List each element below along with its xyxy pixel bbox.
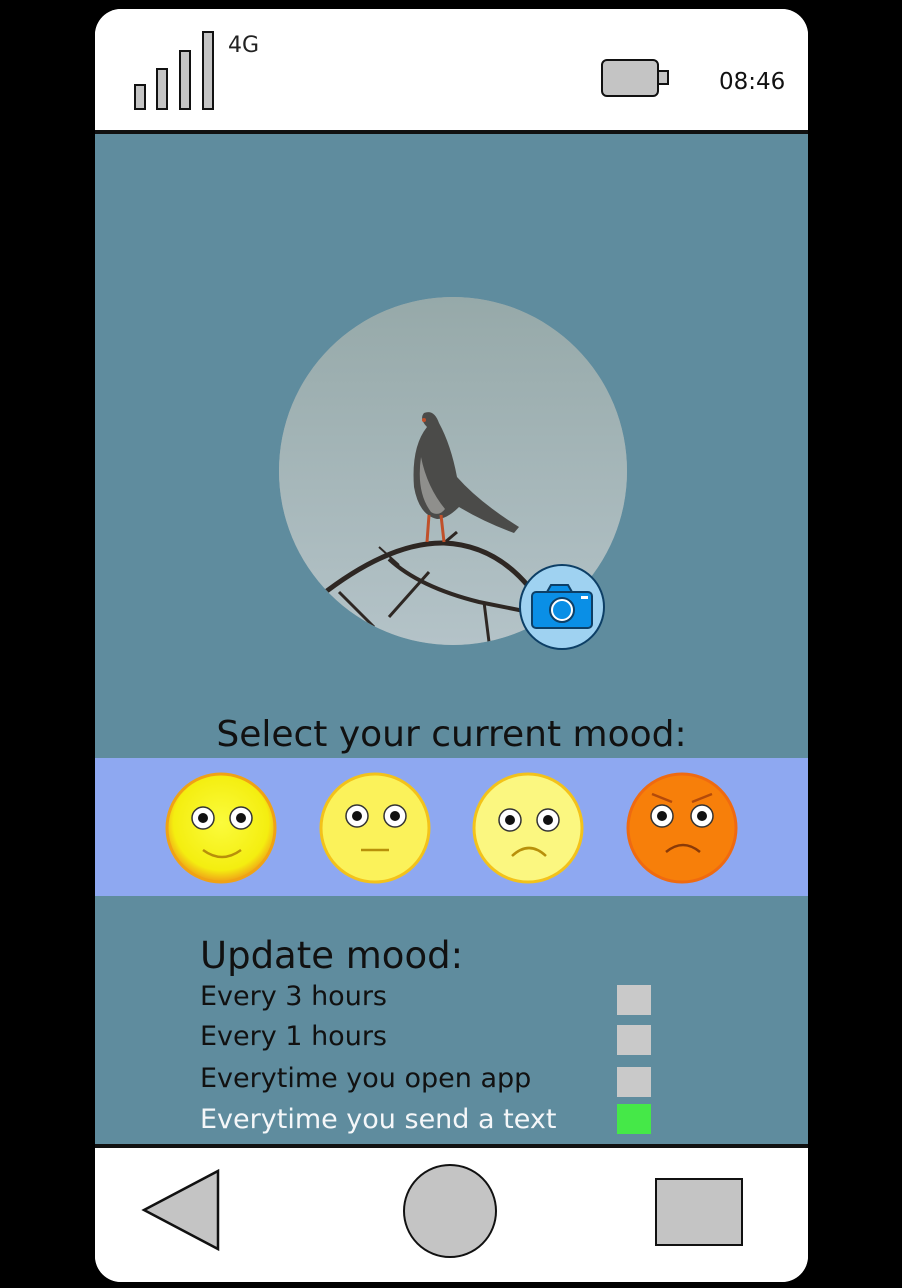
checkbox-every-1-hours[interactable] xyxy=(617,1025,651,1055)
status-bar: 4G 08:46 xyxy=(95,9,808,130)
change-photo-button[interactable] xyxy=(519,564,605,650)
navigation-bar xyxy=(95,1148,808,1282)
option-label-open-app: Everytime you open app xyxy=(200,1063,532,1094)
checkbox-every-3-hours[interactable] xyxy=(617,985,651,1015)
status-time: 08:46 xyxy=(719,69,786,95)
network-type-label: 4G xyxy=(228,33,260,58)
signal-strength-icon xyxy=(134,31,214,110)
mood-prompt: Select your current mood: xyxy=(216,714,687,755)
mood-happy-button[interactable] xyxy=(165,772,277,884)
main-content: Select your current mood: Update mood: E… xyxy=(95,134,808,1144)
angry-face-icon xyxy=(626,772,738,884)
camera-icon xyxy=(531,584,593,629)
mood-angry-button[interactable] xyxy=(626,772,738,884)
update-mood-title: Update mood: xyxy=(200,934,464,977)
checkbox-open-app[interactable] xyxy=(617,1067,651,1097)
mood-selector xyxy=(95,758,808,896)
back-triangle-icon[interactable] xyxy=(140,1168,222,1252)
option-label-send-text: Everytime you send a text xyxy=(200,1104,557,1135)
neutral-face-icon xyxy=(319,772,431,884)
happy-face-icon xyxy=(165,772,277,884)
mood-neutral-button[interactable] xyxy=(319,772,431,884)
option-label-3-hours: Every 3 hours xyxy=(200,981,387,1012)
checkbox-send-text[interactable] xyxy=(617,1104,651,1134)
sad-face-icon xyxy=(472,772,584,884)
recents-square-icon[interactable] xyxy=(655,1178,743,1246)
battery-icon xyxy=(601,59,669,97)
home-circle-icon[interactable] xyxy=(403,1164,497,1258)
option-label-1-hours: Every 1 hours xyxy=(200,1021,387,1052)
mood-sad-button[interactable] xyxy=(472,772,584,884)
phone-frame: 4G 08:46 Select your current mood: Updat… xyxy=(95,9,808,1282)
